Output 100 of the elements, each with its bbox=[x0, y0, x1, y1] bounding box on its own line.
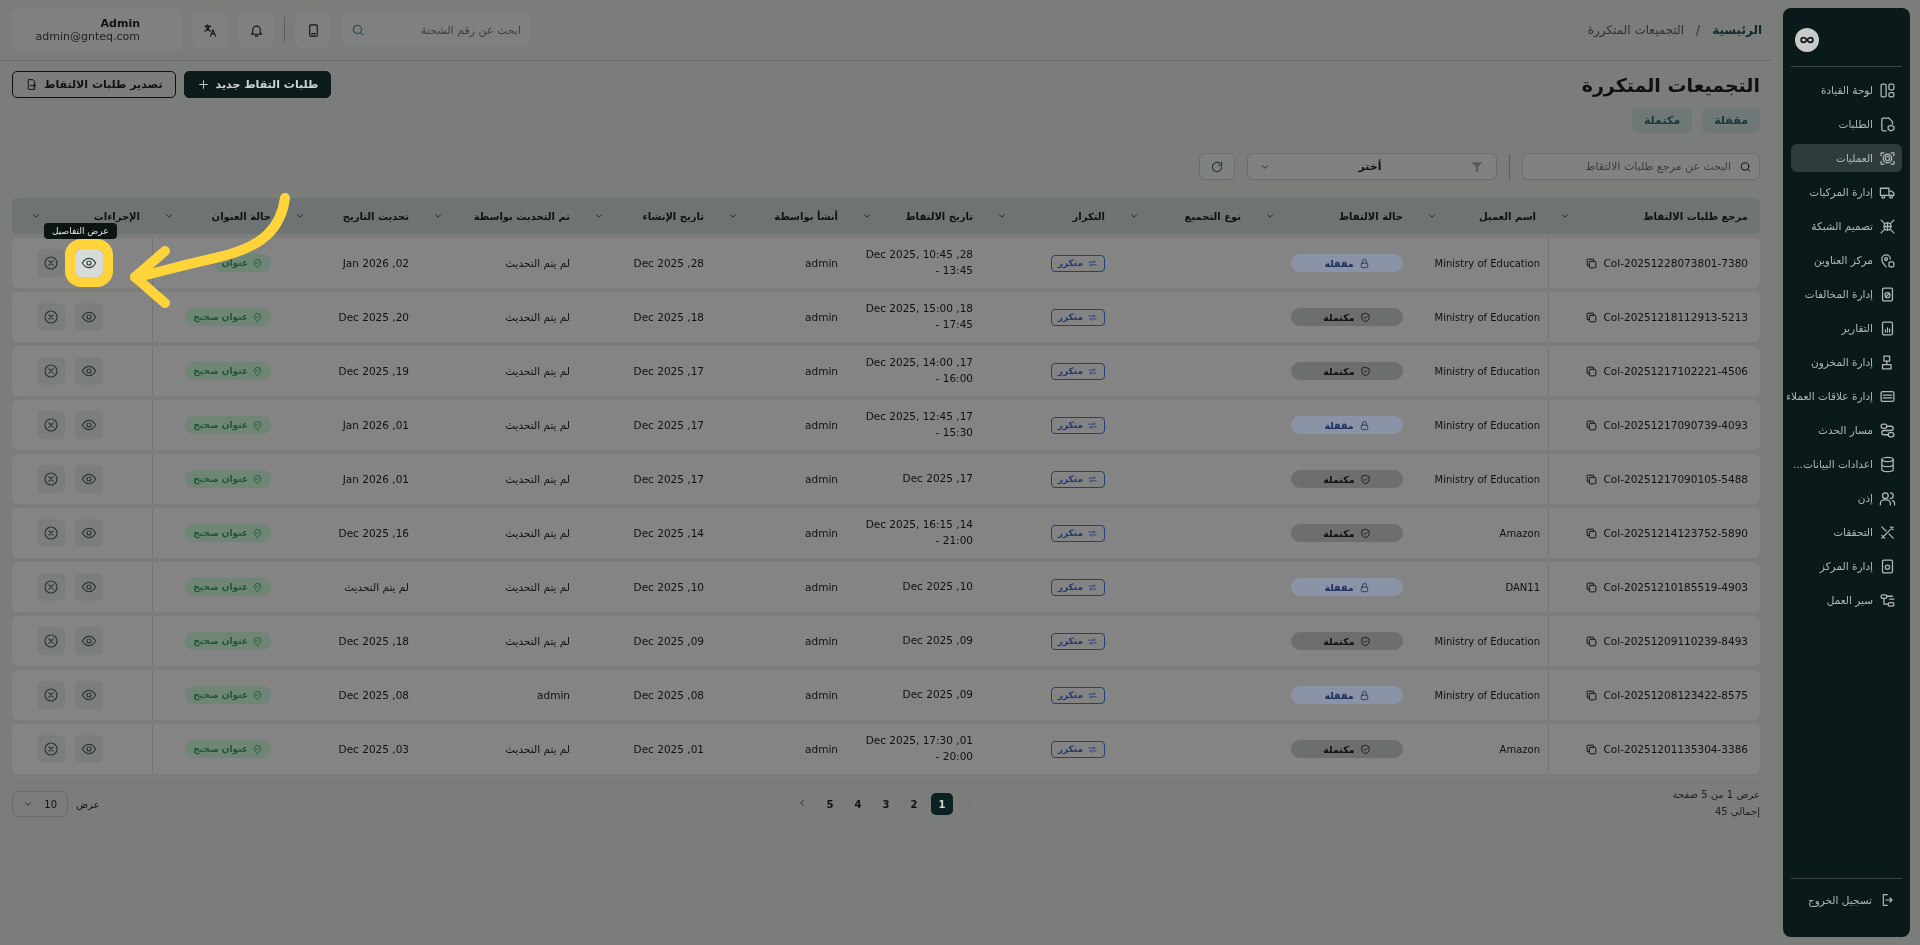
sidebar-item[interactable]: إدارة المركز bbox=[1791, 552, 1902, 580]
sidebar-item[interactable]: التحققات bbox=[1791, 518, 1902, 546]
column-header[interactable]: نوع التجميع bbox=[1184, 210, 1241, 222]
copy-icon bbox=[1584, 580, 1598, 594]
table-cell: Col-20251201135304-3386 bbox=[1603, 743, 1748, 755]
column-header[interactable]: تاريخ الإنشاء bbox=[642, 210, 704, 222]
device-button[interactable] bbox=[295, 12, 331, 48]
filter-tab[interactable]: مقفلة bbox=[1702, 108, 1760, 133]
cancel-button[interactable] bbox=[37, 465, 65, 493]
cancel-button[interactable] bbox=[37, 411, 65, 439]
address-badge: عنوان صحيح bbox=[185, 416, 271, 434]
lock-icon bbox=[1358, 581, 1370, 593]
filter-select[interactable]: أختر bbox=[1247, 153, 1497, 180]
view-button[interactable] bbox=[75, 357, 103, 385]
page-size-select[interactable]: 10 bbox=[12, 791, 68, 817]
sidebar-item[interactable]: مسار الحدث bbox=[1791, 416, 1902, 444]
column-header[interactable]: الإجراءات bbox=[93, 210, 140, 222]
column-header[interactable]: حالة العنوان bbox=[211, 210, 271, 222]
search-field[interactable]: ابحث عن رقم الشحنة bbox=[341, 13, 531, 47]
view-button[interactable] bbox=[75, 573, 103, 601]
address-badge: عنوان صحيح bbox=[185, 362, 271, 380]
language-button[interactable] bbox=[192, 12, 228, 48]
table-cell: لم يتم التحديث bbox=[505, 527, 570, 539]
copy-icon bbox=[1584, 634, 1598, 648]
page-button[interactable]: 3 bbox=[875, 793, 898, 815]
table-cell: admin bbox=[805, 473, 838, 485]
cancel-button[interactable] bbox=[37, 573, 65, 601]
chevron-down-icon bbox=[862, 211, 872, 221]
page-button[interactable]: 4 bbox=[847, 793, 870, 815]
status-badge: مقفلة bbox=[1291, 254, 1403, 272]
sidebar-item[interactable]: إدارة المخزون bbox=[1791, 348, 1902, 376]
table-cell: 10, Dec 2025 bbox=[902, 579, 973, 595]
sidebar-item[interactable]: إدارة المخالفات bbox=[1791, 280, 1902, 308]
column-header[interactable]: تحديث التاريخ bbox=[342, 210, 409, 222]
cancel-button[interactable] bbox=[37, 627, 65, 655]
column-header[interactable]: التكرار bbox=[1072, 210, 1105, 222]
page-button[interactable]: 5 bbox=[819, 793, 842, 815]
notifications-button[interactable] bbox=[238, 12, 274, 48]
status-badge: مقفلة bbox=[1291, 686, 1403, 704]
copy-icon bbox=[1584, 364, 1598, 378]
search-field[interactable]: البحث عن مرجع طلبات الالتقاط bbox=[1522, 153, 1760, 180]
table-cell-text: 18, Dec 2025, 15:00 - 17:45 bbox=[864, 301, 973, 332]
funnel-icon bbox=[1470, 159, 1484, 174]
tooltip: عرض التفاصيل bbox=[44, 223, 117, 239]
status-badge: مكتملة bbox=[1291, 524, 1403, 542]
view-button[interactable] bbox=[75, 465, 103, 493]
filter-tab[interactable]: مكتملة bbox=[1631, 108, 1693, 133]
column-header[interactable]: تم التحديث بواسطة bbox=[473, 210, 570, 222]
copy-icon bbox=[1584, 418, 1598, 432]
logout-link[interactable]: تسجيل الخروج bbox=[1791, 885, 1902, 915]
view-button[interactable] bbox=[75, 681, 103, 709]
sidebar-item[interactable]: إذن bbox=[1791, 484, 1902, 512]
cancel-button[interactable] bbox=[37, 519, 65, 547]
cancel-button[interactable] bbox=[37, 681, 65, 709]
page-button[interactable]: 1 bbox=[931, 793, 954, 815]
table-cell: admin bbox=[805, 311, 838, 323]
sidebar-item[interactable]: سير العمل bbox=[1791, 586, 1902, 614]
address-badge: عنوان صحيح bbox=[185, 524, 271, 542]
view-button[interactable] bbox=[75, 735, 103, 763]
table-cell: لم يتم التحديث bbox=[505, 635, 570, 647]
table-cell: 17, Dec 2025 bbox=[902, 471, 973, 487]
view-button[interactable] bbox=[75, 411, 103, 439]
eye-icon bbox=[81, 579, 97, 595]
export-button[interactable]: تصدير طلبات الالتقاط bbox=[12, 71, 176, 98]
column-header[interactable]: حالة الالتقاط bbox=[1338, 210, 1403, 222]
repeat-icon bbox=[1087, 743, 1098, 755]
cancel-button[interactable] bbox=[37, 357, 65, 385]
chevron-down-icon bbox=[1427, 211, 1437, 221]
column-header[interactable]: أنشأ بواسطة bbox=[774, 210, 838, 222]
view-button[interactable] bbox=[75, 303, 103, 331]
chevron-down-icon bbox=[31, 211, 41, 221]
eye-icon bbox=[81, 309, 97, 325]
breadcrumb-item[interactable]: الرئيسية bbox=[1712, 23, 1762, 37]
page-button[interactable]: 2 bbox=[903, 793, 926, 815]
new-request-button[interactable]: طلبات التقاط جديد bbox=[183, 71, 332, 98]
sidebar-item[interactable]: مركز العناوين bbox=[1791, 246, 1902, 274]
view-button[interactable] bbox=[75, 627, 103, 655]
map-pin-icon bbox=[252, 473, 263, 485]
lock-icon bbox=[1358, 257, 1370, 269]
view-button[interactable] bbox=[75, 519, 103, 547]
sidebar-item[interactable]: العمليات bbox=[1791, 144, 1902, 172]
sidebar-item[interactable]: لوحة القيادة bbox=[1791, 76, 1902, 104]
sidebar-item[interactable]: التقارير bbox=[1791, 314, 1902, 342]
user-card[interactable]: Admin admin@gnteq.com bbox=[12, 7, 182, 53]
sidebar-item[interactable]: تصميم الشبكة bbox=[1791, 212, 1902, 240]
table-cell: Ministry of Education bbox=[1434, 419, 1540, 431]
sidebar-item[interactable]: إدارة المركبات bbox=[1791, 178, 1902, 206]
column-header[interactable]: تاريخ الالتقاط bbox=[905, 210, 973, 222]
column-header[interactable]: مرجع طلبات الالتقاط bbox=[1643, 210, 1748, 222]
table-cell: admin bbox=[537, 689, 570, 701]
eye-icon bbox=[81, 741, 97, 757]
refresh-button[interactable] bbox=[1199, 153, 1235, 180]
cancel-button[interactable] bbox=[37, 249, 65, 277]
sidebar-item[interactable]: الطلبات bbox=[1791, 110, 1902, 138]
sidebar-item[interactable]: اعدادات البيانات... bbox=[1791, 450, 1902, 478]
cancel-button[interactable] bbox=[37, 735, 65, 763]
column-header[interactable]: اسم العميل bbox=[1478, 210, 1536, 222]
cancel-button[interactable] bbox=[37, 303, 65, 331]
repeat-badge: متكرر bbox=[1050, 740, 1105, 758]
table-cell-text: 01, Dec 2025, 17:30 - 20:00 bbox=[864, 733, 973, 764]
